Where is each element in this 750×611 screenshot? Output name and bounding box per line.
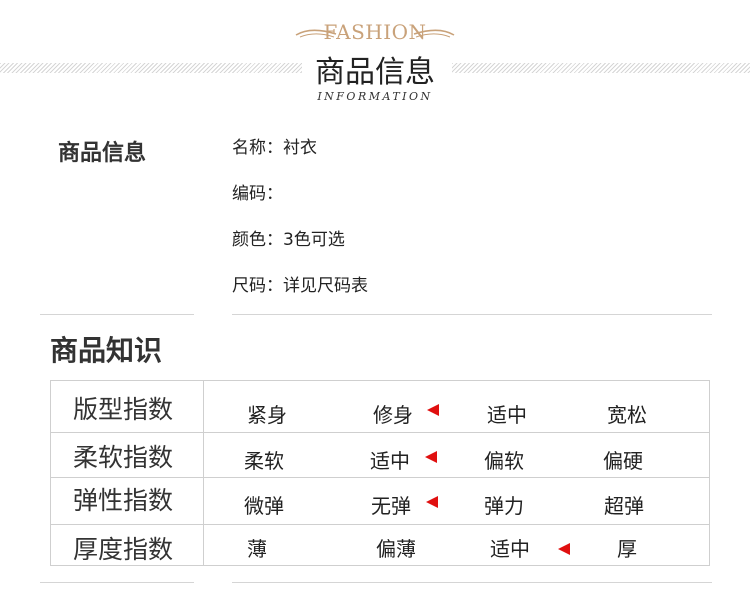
option-cell: 无弹 <box>371 494 411 518</box>
option-cell: 柔软 <box>244 449 284 473</box>
selected-marker-icon <box>426 496 438 508</box>
option-cell: 微弹 <box>244 494 284 518</box>
option-cell: 适中 <box>487 403 527 427</box>
knowledge-table: 版型指数 紧身 修身 适中 宽松 柔软指数 柔软 适中 偏软 偏硬 弹性指数 微… <box>50 380 710 566</box>
option-cell: 修身 <box>373 403 413 427</box>
selected-marker-icon <box>425 451 437 463</box>
flourish-right-icon <box>413 29 455 38</box>
info-row-name: 名称：衬衣 <box>232 138 317 158</box>
option-cell: 宽松 <box>607 403 647 427</box>
page-title: 商品信息 <box>315 55 435 90</box>
flourish-left-icon <box>295 29 337 38</box>
selected-marker-icon <box>558 543 570 555</box>
option-cell: 弹力 <box>484 494 524 518</box>
row-label: 版型指数 <box>73 395 174 424</box>
info-row-color: 颜色：3色可选 <box>232 230 345 250</box>
option-cell: 超弹 <box>604 494 644 518</box>
row-label: 厚度指数 <box>73 535 174 564</box>
option-cell: 适中 <box>490 537 530 561</box>
option-cell: 厚 <box>617 537 637 561</box>
knowledge-heading: 商品知识 <box>50 334 163 367</box>
option-cell: 偏薄 <box>376 537 416 561</box>
option-cell: 薄 <box>247 537 267 561</box>
option-cell: 紧身 <box>247 403 287 427</box>
selected-marker-icon <box>427 404 439 416</box>
divider-right <box>232 314 712 315</box>
info-heading: 商品信息 <box>58 141 147 166</box>
info-row-code: 编码： <box>232 184 283 204</box>
info-row-size: 尺码：详见尺码表 <box>232 276 368 296</box>
bottom-divider-right <box>232 582 712 583</box>
table-row-thickness: 厚度指数 薄 偏薄 适中 厚 <box>51 525 709 565</box>
row-label: 弹性指数 <box>73 486 174 515</box>
option-cell: 偏软 <box>484 449 524 473</box>
table-row-elasticity: 弹性指数 微弹 无弹 弹力 超弹 <box>51 478 709 524</box>
table-row-softness: 柔软指数 柔软 适中 偏软 偏硬 <box>51 433 709 477</box>
bottom-divider-left <box>40 582 194 583</box>
table-row-fit: 版型指数 紧身 修身 适中 宽松 <box>51 381 709 432</box>
fashion-label: FASHION <box>323 20 427 44</box>
row-label: 柔软指数 <box>73 443 174 472</box>
option-cell: 偏硬 <box>603 449 643 473</box>
option-cell: 适中 <box>370 449 410 473</box>
divider-left <box>40 314 194 315</box>
page-subtitle: INFORMATION <box>317 90 433 103</box>
